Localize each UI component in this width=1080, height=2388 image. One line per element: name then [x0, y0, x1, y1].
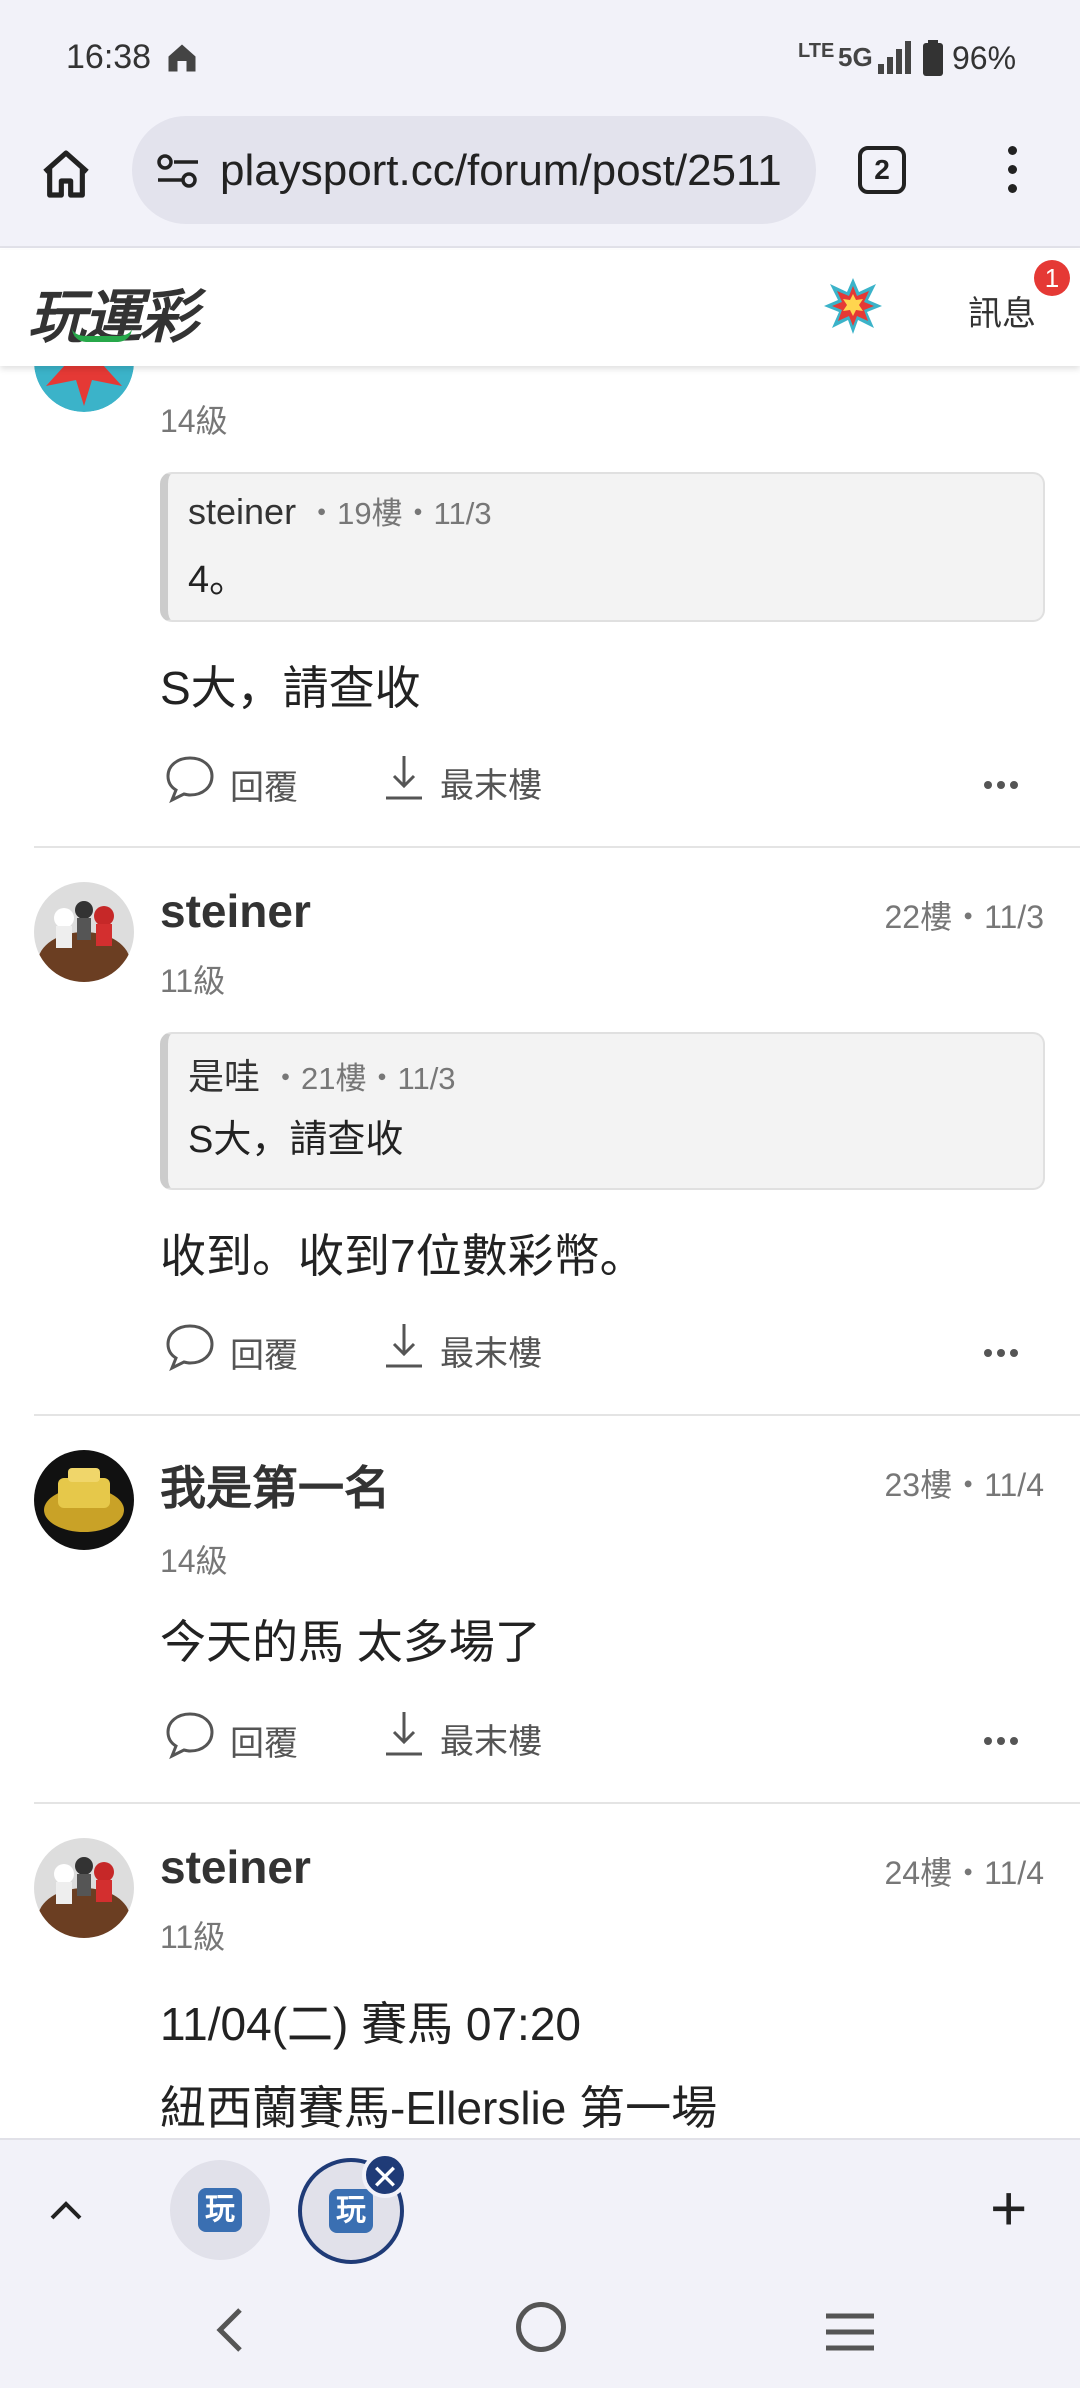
more-menu-icon[interactable]	[1000, 146, 1024, 202]
download-icon	[386, 1324, 422, 1368]
user-level: 11級	[160, 1919, 226, 1955]
username[interactable]: steiner	[160, 884, 311, 938]
avatar[interactable]	[34, 1838, 134, 1938]
quote-text: 4。	[188, 559, 248, 601]
username[interactable]: steiner	[160, 1840, 311, 1894]
avatar[interactable]	[34, 1450, 134, 1550]
reply-icon	[166, 756, 214, 804]
more-options-icon[interactable]	[984, 1732, 1024, 1745]
signal-icon	[878, 41, 911, 74]
last-floor-button[interactable]: 最末樓	[382, 1708, 562, 1761]
reply-button[interactable]: 回覆	[164, 754, 314, 807]
reply-label: 回覆	[230, 1337, 298, 1375]
new-tab-icon[interactable]: +	[990, 2176, 1027, 2240]
last-floor-label: 最末樓	[440, 767, 542, 805]
battery-percent: 96%	[952, 40, 1017, 76]
post-divider	[34, 1802, 1080, 1804]
reply-label: 回覆	[230, 769, 298, 807]
site-header: 玩運彩 訊息 1	[0, 250, 1080, 366]
site-favicon: 玩	[329, 2189, 373, 2233]
battery-icon	[923, 40, 943, 76]
quote-meta: ・19樓・11/3	[306, 496, 492, 531]
post-body: S大，請查收	[160, 662, 421, 714]
quote-text: S大，請查收	[188, 1119, 404, 1161]
close-tab-icon[interactable]: ✕	[362, 2152, 408, 2198]
home-nav-icon[interactable]	[516, 2302, 566, 2352]
post-meta: 24樓・11/4	[884, 1855, 1044, 1891]
back-icon[interactable]	[210, 2306, 250, 2354]
quote-block: 是哇 ・21樓・11/3 S大，請查收	[160, 1032, 1045, 1190]
url-text: playsport.cc/forum/post/2511	[220, 146, 782, 195]
site-settings-icon[interactable]	[156, 154, 200, 188]
user-level: 14級	[160, 1543, 228, 1579]
messages-badge: 1	[1034, 260, 1070, 296]
post-meta: 22樓・11/3	[884, 899, 1044, 935]
logo-check-mark	[72, 328, 132, 342]
avatar[interactable]	[34, 366, 134, 412]
reply-label: 回覆	[230, 1725, 298, 1763]
username[interactable]: 我是第一名	[160, 1452, 390, 1518]
last-floor-label: 最末樓	[440, 1723, 542, 1761]
download-icon	[386, 1712, 422, 1756]
tab-switcher-button[interactable]: 2	[858, 146, 906, 194]
chevron-up-icon[interactable]	[46, 2196, 86, 2224]
reply-icon	[166, 1712, 214, 1760]
address-bar[interactable]: playsport.cc/forum/post/2511	[132, 116, 816, 224]
home-status-icon	[168, 44, 196, 72]
post-divider	[34, 1414, 1080, 1416]
system-nav-bar	[0, 2276, 1080, 2388]
browser-toolbar: playsport.cc/forum/post/2511 2	[0, 116, 1080, 248]
site-favicon: 玩	[198, 2188, 242, 2232]
status-time: 16:38	[66, 38, 152, 76]
tab-strip: 玩 玩 ✕ +	[0, 2138, 1080, 2276]
user-level: 11級	[160, 963, 226, 999]
last-floor-label: 最末樓	[440, 1335, 542, 1373]
post-meta: 23樓・11/4	[884, 1467, 1044, 1503]
post-body: 今天的馬 太多場了	[160, 1616, 541, 1668]
reply-button[interactable]: 回覆	[164, 1710, 314, 1763]
5g-indicator: 5G	[838, 42, 873, 72]
recents-icon[interactable]	[824, 2310, 876, 2354]
reply-icon	[166, 1324, 214, 1372]
more-options-icon[interactable]	[984, 1344, 1024, 1357]
post-body-line: 紐西蘭賽馬-Ellerslie 第一場	[160, 2082, 718, 2134]
tab-thumbnail[interactable]: 玩	[170, 2160, 270, 2260]
status-bar: 16:38 LTE 5G 96%	[0, 0, 1080, 116]
download-icon	[386, 756, 422, 800]
site-logo[interactable]: 玩運彩	[28, 270, 198, 354]
user-level: 14級	[160, 403, 228, 439]
messages-link[interactable]: 訊息	[968, 286, 1036, 335]
lte-indicator: LTE	[798, 40, 835, 62]
reply-button[interactable]: 回覆	[164, 1322, 314, 1375]
quote-author: steiner	[188, 491, 297, 532]
home-icon[interactable]	[38, 146, 94, 202]
post-body: 收到。收到7位數彩幣。	[160, 1230, 646, 1282]
quote-meta: ・21樓・11/3	[270, 1061, 456, 1096]
post-divider	[34, 846, 1080, 848]
wow-icon[interactable]	[824, 276, 882, 334]
last-floor-button[interactable]: 最末樓	[382, 1320, 562, 1373]
post-body-line: 11/04(二) 賽馬 07:20	[160, 1998, 582, 2050]
avatar[interactable]	[34, 882, 134, 982]
more-options-icon[interactable]	[984, 776, 1024, 789]
quote-block: steiner ・19樓・11/3 4。	[160, 472, 1045, 622]
quote-author: 是哇	[188, 1056, 261, 1097]
last-floor-button[interactable]: 最末樓	[382, 752, 562, 805]
forum-feed[interactable]: 14級 steiner ・19樓・11/3 4。 S大，請查收 回覆 最末樓 s…	[0, 366, 1080, 2138]
